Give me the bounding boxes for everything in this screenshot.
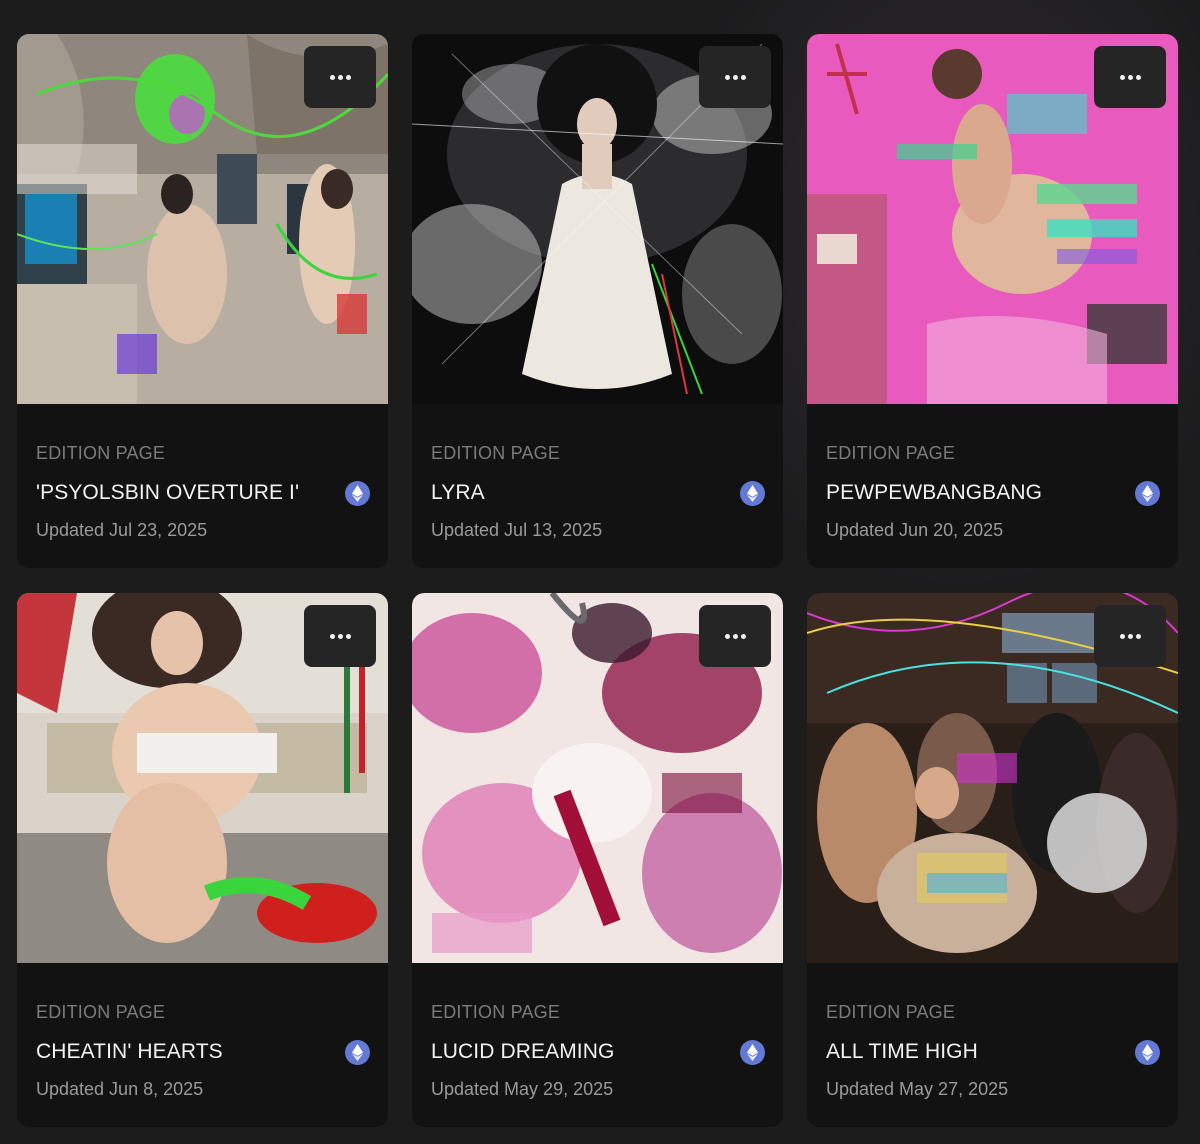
more-options-button[interactable] xyxy=(304,605,376,667)
card-meta: EDITION PAGE PEWPEWBANGBANG Updated Jun … xyxy=(826,442,1160,541)
edition-title[interactable]: PEWPEWBANGBANG xyxy=(826,481,1042,505)
ethereum-icon xyxy=(740,480,765,506)
updated-date: Updated Jun 20, 2025 xyxy=(826,520,1004,540)
ethereum-icon xyxy=(345,1039,370,1065)
edition-kind-label: EDITION PAGE xyxy=(826,443,956,463)
more-horizontal-icon xyxy=(1119,633,1141,639)
edition-grid: EDITION PAGE 'PSYOLSBIN OVERTURE I' Upda… xyxy=(17,34,1178,1127)
edition-title[interactable]: CHEATIN' HEARTS xyxy=(36,1040,223,1064)
edition-card[interactable]: EDITION PAGE LYRA Updated Jul 13, 2025 xyxy=(412,34,783,568)
card-meta: EDITION PAGE ALL TIME HIGH Updated May 2… xyxy=(826,1001,1160,1100)
more-options-button[interactable] xyxy=(699,46,771,108)
edition-card[interactable]: EDITION PAGE LUCID DREAMING Updated May … xyxy=(412,593,783,1127)
edition-card[interactable]: EDITION PAGE ALL TIME HIGH Updated May 2… xyxy=(807,593,1178,1127)
more-options-button[interactable] xyxy=(1094,605,1166,667)
edition-kind-label: EDITION PAGE xyxy=(826,1002,956,1022)
edition-gallery-page: EDITION PAGE 'PSYOLSBIN OVERTURE I' Upda… xyxy=(0,0,1200,1144)
more-options-button[interactable] xyxy=(699,605,771,667)
more-horizontal-icon xyxy=(724,633,746,639)
more-options-button[interactable] xyxy=(304,46,376,108)
more-horizontal-icon xyxy=(1119,74,1141,80)
edition-kind-label: EDITION PAGE xyxy=(36,443,166,463)
edition-card[interactable]: EDITION PAGE CHEATIN' HEARTS Updated Jun… xyxy=(17,593,388,1127)
edition-title[interactable]: LYRA xyxy=(431,481,485,505)
more-horizontal-icon xyxy=(724,74,746,80)
edition-card[interactable]: EDITION PAGE PEWPEWBANGBANG Updated Jun … xyxy=(807,34,1178,568)
card-meta: EDITION PAGE CHEATIN' HEARTS Updated Jun… xyxy=(36,1001,370,1100)
updated-date: Updated May 29, 2025 xyxy=(431,1079,614,1099)
more-horizontal-icon xyxy=(329,74,351,80)
card-meta: EDITION PAGE LUCID DREAMING Updated May … xyxy=(431,1001,765,1100)
edition-kind-label: EDITION PAGE xyxy=(431,443,561,463)
edition-kind-label: EDITION PAGE xyxy=(431,1002,561,1022)
edition-card[interactable]: EDITION PAGE 'PSYOLSBIN OVERTURE I' Upda… xyxy=(17,34,388,568)
updated-date: Updated Jun 8, 2025 xyxy=(36,1079,204,1099)
edition-title[interactable]: 'PSYOLSBIN OVERTURE I' xyxy=(36,481,299,505)
updated-date: Updated Jul 23, 2025 xyxy=(36,520,208,540)
card-meta: EDITION PAGE 'PSYOLSBIN OVERTURE I' Upda… xyxy=(36,442,370,541)
card-meta: EDITION PAGE LYRA Updated Jul 13, 2025 xyxy=(431,442,765,541)
more-horizontal-icon xyxy=(329,633,351,639)
ethereum-icon xyxy=(345,480,370,506)
ethereum-icon xyxy=(740,1039,765,1065)
updated-date: Updated Jul 13, 2025 xyxy=(431,520,603,540)
edition-title[interactable]: ALL TIME HIGH xyxy=(826,1040,978,1064)
edition-title[interactable]: LUCID DREAMING xyxy=(431,1040,614,1064)
ethereum-icon xyxy=(1135,1039,1160,1065)
edition-kind-label: EDITION PAGE xyxy=(36,1002,166,1022)
updated-date: Updated May 27, 2025 xyxy=(826,1079,1009,1099)
ethereum-icon xyxy=(1135,480,1160,506)
more-options-button[interactable] xyxy=(1094,46,1166,108)
